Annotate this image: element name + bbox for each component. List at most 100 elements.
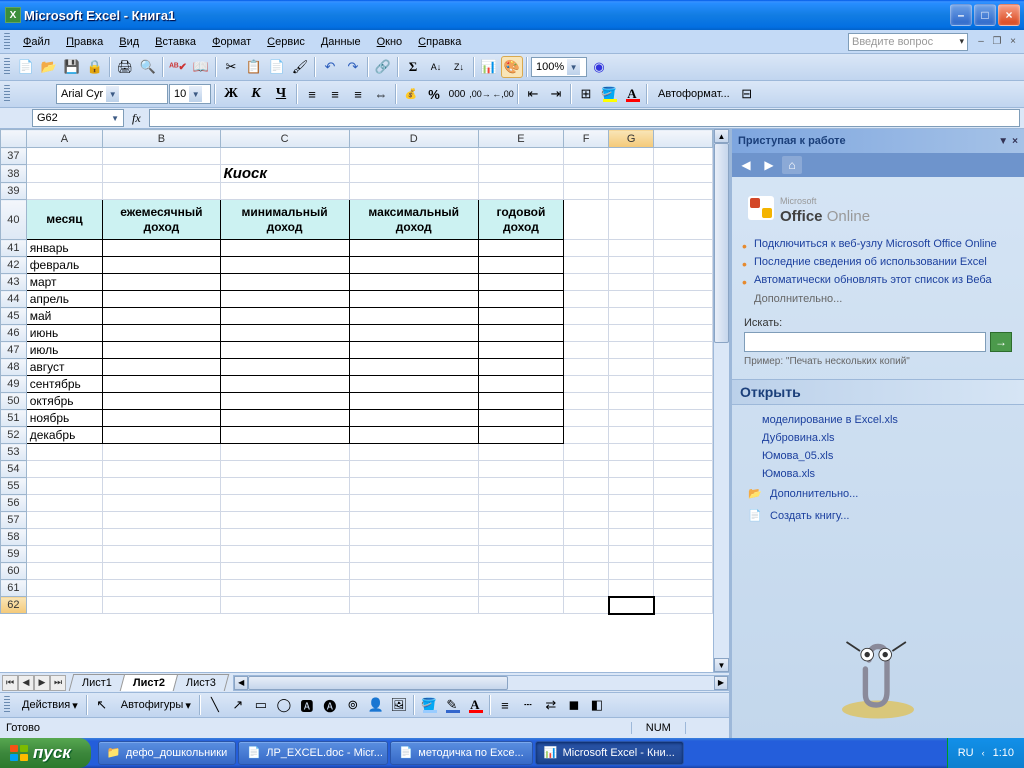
currency-button[interactable]: 💰 — [400, 83, 422, 105]
print-button[interactable]: 🖨 — [114, 56, 136, 78]
col-header-B[interactable]: B — [103, 130, 220, 148]
cell-G40[interactable] — [609, 200, 654, 240]
cell-F61[interactable] — [564, 580, 609, 597]
row-header-54[interactable]: 54 — [1, 461, 27, 478]
taskpane-dropdown-button[interactable]: ▼ — [998, 136, 1008, 147]
start-button[interactable]: пуск — [0, 738, 91, 768]
maximize-button[interactable]: □ — [974, 4, 996, 26]
tab-nav-prev[interactable]: ◀ — [18, 675, 34, 691]
autosum-button[interactable]: Σ — [402, 56, 424, 78]
row-header-62[interactable]: 62 — [1, 597, 27, 614]
cell-C62[interactable] — [220, 597, 349, 614]
cell-C50[interactable] — [220, 393, 349, 410]
mdi-restore-button[interactable]: ❐ — [990, 35, 1004, 49]
arrow-style-button[interactable]: ⇄ — [540, 694, 562, 716]
menu-формат[interactable]: Формат — [205, 33, 258, 51]
menu-файл[interactable]: Файл — [16, 33, 57, 51]
cell-E62[interactable] — [478, 597, 563, 614]
cell-G52[interactable] — [609, 427, 654, 444]
taskpane-more-files[interactable]: 📂Дополнительно... — [740, 483, 1016, 505]
sheet-tab-Лист2[interactable]: Лист2 — [120, 674, 179, 691]
cell-F45[interactable] — [564, 308, 609, 325]
cell-B56[interactable] — [103, 495, 220, 512]
cell-G49[interactable] — [609, 376, 654, 393]
cell-A44[interactable]: апрель — [26, 291, 103, 308]
cell-C54[interactable] — [220, 461, 349, 478]
mdi-close-button[interactable]: × — [1006, 35, 1020, 49]
cell-C42[interactable] — [220, 257, 349, 274]
horizontal-scrollbar[interactable]: ◀▶ — [233, 675, 729, 691]
taskpane-link[interactable]: Автоматически обновлять этот список из В… — [754, 271, 1016, 289]
cell-B53[interactable] — [103, 444, 220, 461]
cell-D37[interactable] — [349, 148, 478, 165]
cell-G51[interactable] — [609, 410, 654, 427]
select-objects-button[interactable]: ↖ — [91, 694, 113, 716]
help-question-box[interactable]: Введите вопрос — [848, 33, 968, 51]
cell-E42[interactable] — [478, 257, 563, 274]
row-header-44[interactable]: 44 — [1, 291, 27, 308]
cell-B59[interactable] — [103, 546, 220, 563]
cell-F48[interactable] — [564, 359, 609, 376]
row-header-52[interactable]: 52 — [1, 427, 27, 444]
cell-B58[interactable] — [103, 529, 220, 546]
col-header-A[interactable]: A — [26, 130, 103, 148]
cell-E55[interactable] — [478, 478, 563, 495]
cell-F47[interactable] — [564, 342, 609, 359]
row-header-45[interactable]: 45 — [1, 308, 27, 325]
cell-D40[interactable]: максимальныйдоход — [349, 200, 478, 240]
cell-A39[interactable] — [26, 183, 103, 200]
cell-G62[interactable] — [609, 597, 654, 614]
row-header-48[interactable]: 48 — [1, 359, 27, 376]
taskpane-new-book[interactable]: 📄Создать книгу... — [740, 505, 1016, 527]
cell-E49[interactable] — [478, 376, 563, 393]
cell-G42[interactable] — [609, 257, 654, 274]
percent-button[interactable]: % — [423, 83, 445, 105]
recent-file-link[interactable]: Дубровина.xls — [762, 429, 1016, 447]
arrow-button[interactable]: ↗ — [227, 694, 249, 716]
toolbar-gripper[interactable] — [4, 33, 10, 51]
cell-D39[interactable] — [349, 183, 478, 200]
minimize-button[interactable]: – — [950, 4, 972, 26]
row-header-38[interactable]: 38 — [1, 165, 27, 183]
cell-E50[interactable] — [478, 393, 563, 410]
save-button[interactable]: 💾 — [61, 56, 83, 78]
col-header-E[interactable]: E — [478, 130, 563, 148]
cell-B43[interactable] — [103, 274, 220, 291]
cell-A56[interactable] — [26, 495, 103, 512]
toolbar-gripper[interactable] — [4, 696, 10, 714]
cell-B62[interactable] — [103, 597, 220, 614]
cell-D62[interactable] — [349, 597, 478, 614]
taskpane-more-link[interactable]: Дополнительно... — [740, 289, 1016, 305]
cell-A47[interactable]: июль — [26, 342, 103, 359]
cell-E45[interactable] — [478, 308, 563, 325]
cell-C49[interactable] — [220, 376, 349, 393]
bold-button[interactable]: Ж — [219, 83, 243, 105]
row-header-53[interactable]: 53 — [1, 444, 27, 461]
taskbar-item[interactable]: 📄ЛР_EXCEL.doc - Micr... — [238, 741, 388, 765]
cell-B55[interactable] — [103, 478, 220, 495]
picture-button[interactable]: 🖼 — [388, 694, 410, 716]
help-button[interactable]: ◉ — [588, 56, 610, 78]
cell-C38[interactable]: Киоск — [220, 165, 349, 183]
cell-F55[interactable] — [564, 478, 609, 495]
cell-B46[interactable] — [103, 325, 220, 342]
cell-D47[interactable] — [349, 342, 478, 359]
format-painter-button[interactable]: 🖌 — [289, 56, 311, 78]
cell-A37[interactable] — [26, 148, 103, 165]
cell-A55[interactable] — [26, 478, 103, 495]
cell-D58[interactable] — [349, 529, 478, 546]
cell-D41[interactable] — [349, 240, 478, 257]
fx-button[interactable]: fx — [132, 111, 141, 126]
cell-B39[interactable] — [103, 183, 220, 200]
cell-D56[interactable] — [349, 495, 478, 512]
cell-C58[interactable] — [220, 529, 349, 546]
cell-D52[interactable] — [349, 427, 478, 444]
zoom-combo[interactable]: 100%▼ — [531, 57, 587, 77]
row-header-42[interactable]: 42 — [1, 257, 27, 274]
redo-button[interactable]: ↷ — [342, 56, 364, 78]
taskpane-back-button[interactable]: ◀ — [736, 156, 756, 174]
cell-B37[interactable] — [103, 148, 220, 165]
taskpane-close-button[interactable]: × — [1012, 136, 1018, 147]
cell-G54[interactable] — [609, 461, 654, 478]
taskpane-search-input[interactable] — [744, 332, 986, 352]
